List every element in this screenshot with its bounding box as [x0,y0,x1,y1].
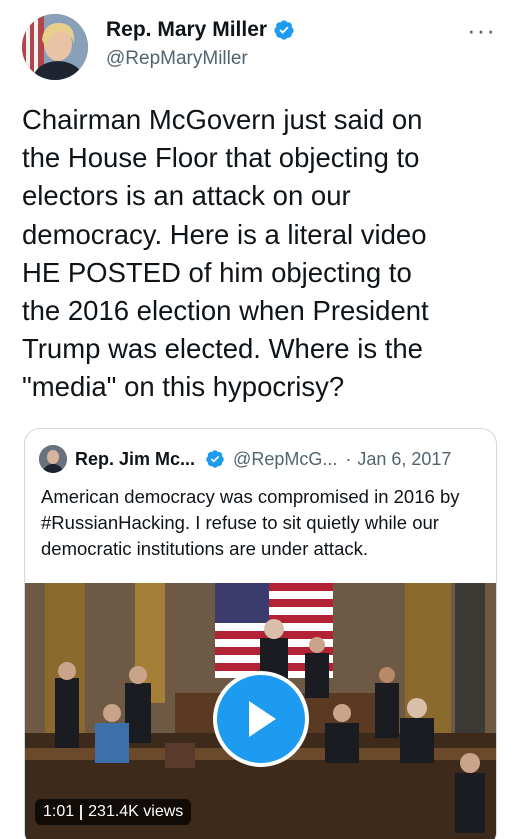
quoted-tweet-card[interactable]: Rep. Jim Mc... @RepMcG... · Jan 6, 2017 … [24,428,497,839]
more-options-icon[interactable]: ··· [467,17,496,43]
author-avatar[interactable] [22,14,88,80]
verified-badge-icon [274,20,294,40]
video-stats-badge: 1:01 231.4K views [35,799,192,825]
quoted-verified-badge-icon [206,450,224,468]
play-icon [249,701,276,737]
quoted-author-name[interactable]: Rep. Jim Mc... [75,449,195,470]
play-button[interactable] [213,671,309,767]
author-handle[interactable]: @RepMaryMiller [106,48,295,70]
video-duration: 1:01 [43,803,75,820]
quoted-tweet-text: American democracy was compromised in 20… [41,486,460,559]
display-name-row: Rep. Mary Miller [106,18,295,42]
quoted-author-avatar[interactable] [39,445,67,473]
author-block: Rep. Mary Miller @RepMaryMiller [106,18,295,70]
quoted-tweet-header: Rep. Jim Mc... @RepMcG... · Jan 6, 2017 [39,445,451,473]
badge-divider [80,804,83,820]
tweet-text: Chairman McGovern just said on the House… [22,104,429,403]
author-display-name[interactable]: Rep. Mary Miller [106,18,267,42]
quoted-tweet-date[interactable]: Jan 6, 2017 [357,449,451,470]
quoted-author-handle[interactable]: @RepMcG... [233,449,337,470]
header-separator: · [345,448,352,469]
video-player[interactable]: 1:01 231.4K views [25,583,496,839]
video-view-count: 231.4K views [88,803,184,820]
